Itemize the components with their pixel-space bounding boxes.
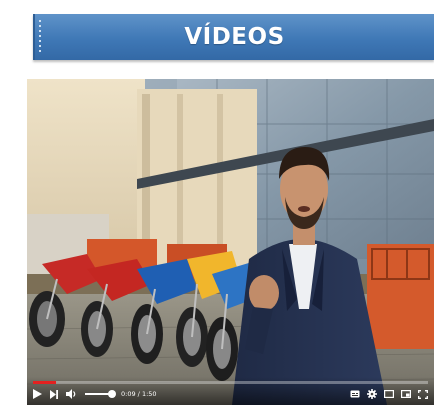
miniplayer-icon: [384, 390, 394, 398]
subtitles-icon: [350, 390, 360, 398]
volume-slider-knob[interactable]: [108, 390, 116, 398]
time-total: 1:50: [141, 390, 157, 398]
subtitles-button[interactable]: [350, 386, 360, 402]
control-bar: 0:09 / 1:50: [33, 386, 428, 402]
video-frame-image: [27, 79, 434, 405]
play-button[interactable]: [33, 386, 42, 402]
fullscreen-icon: [418, 389, 428, 399]
volume-slider[interactable]: [85, 390, 116, 398]
progress-played: [33, 381, 56, 384]
gear-icon: [367, 389, 377, 399]
progress-bar[interactable]: [33, 381, 428, 384]
volume-button[interactable]: [66, 386, 77, 402]
volume-icon: [66, 389, 76, 399]
play-icon: [33, 389, 42, 399]
time-display: 0:09 / 1:50: [121, 390, 157, 398]
player-controls: 0:09 / 1:50: [27, 377, 434, 405]
theater-button[interactable]: [401, 386, 411, 402]
section-title: VÍDEOS: [184, 24, 285, 50]
next-button[interactable]: [50, 386, 58, 402]
next-icon: [50, 389, 58, 399]
section-banner: VÍDEOS: [33, 14, 434, 60]
time-current: 0:09: [121, 390, 136, 398]
settings-button[interactable]: [367, 386, 377, 402]
video-player[interactable]: 0:09 / 1:50: [27, 79, 434, 405]
video-frame[interactable]: [27, 79, 434, 405]
theater-icon: [401, 390, 411, 398]
fullscreen-button[interactable]: [418, 386, 428, 402]
miniplayer-button[interactable]: [384, 386, 394, 402]
banner-stitching: [39, 20, 41, 54]
